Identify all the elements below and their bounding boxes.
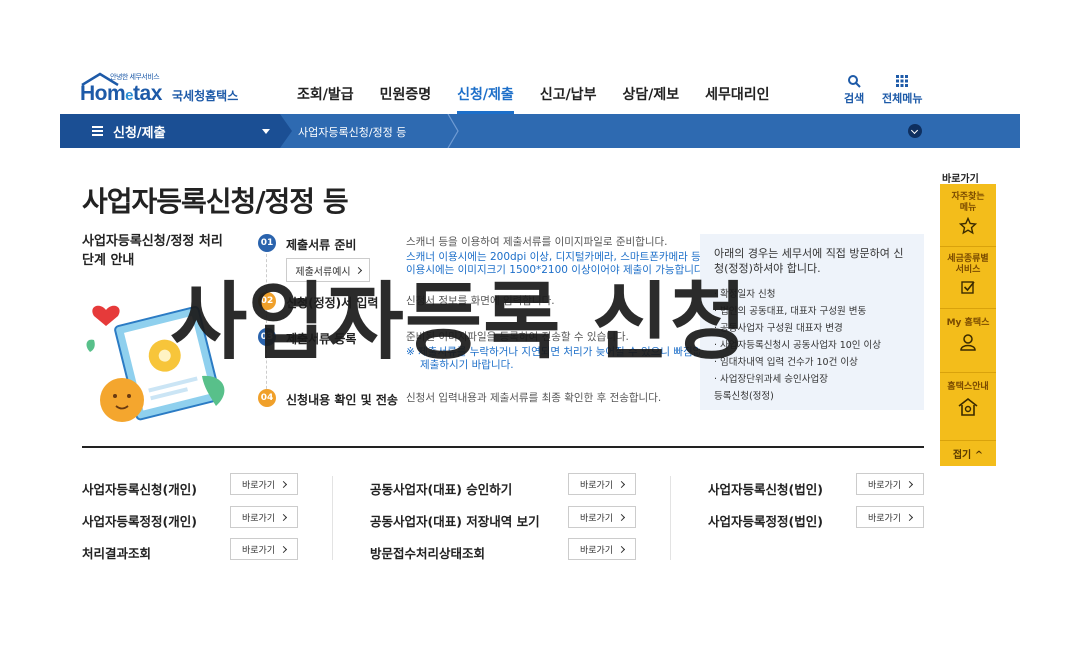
go-button-register-individual[interactable]: 바로가기 <box>230 473 298 495</box>
all-menu-button[interactable]: 전체메뉴 <box>882 74 922 106</box>
go-button-correct-corporate[interactable]: 바로가기 <box>856 506 924 528</box>
category-dropdown[interactable]: 신청/제출 <box>60 114 280 148</box>
search-label: 검색 <box>844 92 865 105</box>
go-label: 바로가기 <box>241 480 276 491</box>
chevron-right-icon <box>447 114 459 148</box>
nav-item-report-payment[interactable]: 신고/납부 <box>540 84 597 104</box>
go-label: 바로가기 <box>579 513 614 524</box>
go-button-joint-approve[interactable]: 바로가기 <box>568 473 636 495</box>
quick-item-hometax-guide[interactable]: 홈택스안내 <box>940 382 996 418</box>
link-label: 공동사업자(대표) 승인하기 <box>370 481 513 497</box>
star-icon <box>959 217 977 235</box>
quick-item-my-hometax[interactable]: My 홈택스 <box>940 318 996 352</box>
chevron-right-icon <box>618 513 626 521</box>
chevron-right-icon <box>618 480 626 488</box>
notice-item: 등록신청(정정) <box>714 391 774 402</box>
house-icon <box>958 397 978 416</box>
grid-menu-icon <box>896 75 909 87</box>
step-title: 신청내용 확인 및 전송 <box>286 393 398 407</box>
link-label: 방문접수처리상태조회 <box>370 545 486 561</box>
go-label: 바로가기 <box>579 545 614 556</box>
hamburger-icon <box>92 126 103 136</box>
breadcrumb-separator-icon <box>280 114 292 148</box>
go-label: 바로가기 <box>579 480 614 491</box>
all-menu-label: 전체메뉴 <box>882 92 923 105</box>
quick-menu-fold-button[interactable]: 접기 ^ <box>940 440 996 466</box>
chevron-right-icon <box>280 480 288 488</box>
go-button-correct-individual[interactable]: 바로가기 <box>230 506 298 528</box>
hometax-logo[interactable]: 안녕한 세무서비스 Hometax 국세청홈택스 <box>80 72 250 108</box>
quick-menu: 자주찾는 메뉴 세금종류별 서비스 My 홈택스 홈택스안내 접기 ^ <box>940 184 996 466</box>
nav-item-consult[interactable]: 상담/제보 <box>622 84 679 104</box>
go-button-register-corporate[interactable]: 바로가기 <box>856 473 924 495</box>
page-title: 사업자등록신청/정정 등 <box>82 185 349 218</box>
section-divider <box>82 446 924 448</box>
go-label: 바로가기 <box>867 480 902 491</box>
notice-item: · 사업장단위과세 승인사업장 <box>714 374 828 385</box>
link-label: 사업자등록신청(개인) <box>82 481 197 497</box>
column-divider <box>670 476 671 560</box>
link-label: 처리결과조회 <box>82 545 152 561</box>
nav-item-application[interactable]: 신청/제출 <box>457 84 514 114</box>
search-icon <box>848 75 861 88</box>
chevron-right-icon <box>906 513 914 521</box>
link-label: 공동사업자(대표) 저장내역 보기 <box>370 513 540 529</box>
column-divider <box>332 476 333 560</box>
go-button-joint-saved[interactable]: 바로가기 <box>568 506 636 528</box>
breadcrumb-current[interactable]: 사업자등록신청/정정 등 <box>298 124 406 140</box>
logo-tagline: 안녕한 세무서비스 <box>110 73 160 81</box>
chevron-right-icon <box>618 545 626 553</box>
chevron-right-icon <box>280 545 288 553</box>
step-number: 01 <box>258 234 276 252</box>
checkbox-icon <box>961 281 975 294</box>
nav-item-tax-agent[interactable]: 세무대리인 <box>705 84 769 104</box>
chevron-right-icon <box>906 480 914 488</box>
step-desc-note: 스캐너 이용시에는 200dpi 이상, 디지털카메라, 스마트폰카메라 등을 <box>406 251 711 263</box>
main-nav: 조회/발급 민원증명 신청/제출 신고/납부 상담/제보 세무대리인 <box>297 84 796 114</box>
nav-item-certificate[interactable]: 민원증명 <box>380 84 432 104</box>
logo-subtitle: 국세청홈택스 <box>172 89 239 103</box>
quick-divider <box>940 372 996 373</box>
go-label: 바로가기 <box>241 513 276 524</box>
chevron-right-icon <box>280 513 288 521</box>
quick-item-label: My 홈택스 <box>946 318 990 328</box>
logo-wordmark: Hometax <box>80 82 162 105</box>
expand-icon[interactable] <box>908 124 922 138</box>
link-label: 사업자등록신청(법인) <box>708 481 823 497</box>
link-label: 사업자등록정정(개인) <box>82 513 197 529</box>
quick-divider <box>940 308 996 309</box>
links-column-corporate: 사업자등록신청(법인) 사업자등록정정(법인) <box>708 472 823 536</box>
step-number: 04 <box>258 389 276 407</box>
category-label: 신청/제출 <box>113 126 166 141</box>
links-column-individual: 사업자등록신청(개인) 사업자등록정정(개인) 처리결과조회 <box>82 472 197 568</box>
step-desc: 스캐너 등을 이용하여 제출서류를 이미지파일로 준비합니다. <box>406 236 668 248</box>
go-label: 바로가기 <box>241 545 276 556</box>
nav-item-inquiry[interactable]: 조회/발급 <box>297 84 354 104</box>
link-label: 사업자등록정정(법인) <box>708 513 823 529</box>
quick-divider <box>940 246 996 247</box>
links-column-joint: 공동사업자(대표) 승인하기 공동사업자(대표) 저장내역 보기 방문접수처리상… <box>370 472 540 568</box>
go-button-visit-status[interactable]: 바로가기 <box>568 538 636 560</box>
search-button[interactable]: 검색 <box>844 74 864 106</box>
quick-item-tax-service[interactable]: 세금종류별 서비스 <box>940 254 996 295</box>
hometax-page: 안녕한 세무서비스 Hometax 국세청홈택스 조회/발급 민원증명 신청/제… <box>0 0 1080 666</box>
guide-title: 사업자등록신청/정정 처리단계 안내 <box>82 234 223 268</box>
caret-down-icon <box>262 129 270 134</box>
go-button-result-inquiry[interactable]: 바로가기 <box>230 538 298 560</box>
location-bar: 신청/제출 사업자등록신청/정정 등 <box>60 114 1020 148</box>
person-icon <box>960 334 976 351</box>
quick-item-label: 홈택스안내 <box>947 382 989 392</box>
quick-menu-title: 바로가기 <box>942 174 979 185</box>
quick-item-favorites[interactable]: 자주찾는 메뉴 <box>940 192 996 235</box>
step-desc: 신청서 입력내용과 제출서류를 최종 확인한 후 전송합니다. <box>406 392 662 404</box>
overlay-caption: 사업자등록 신청 <box>170 273 749 371</box>
quick-item-label: 자주찾는 메뉴 <box>951 192 985 213</box>
step-title: 제출서류 준비 <box>286 238 357 252</box>
go-label: 바로가기 <box>867 513 902 524</box>
quick-item-label: 세금종류별 서비스 <box>947 254 989 275</box>
